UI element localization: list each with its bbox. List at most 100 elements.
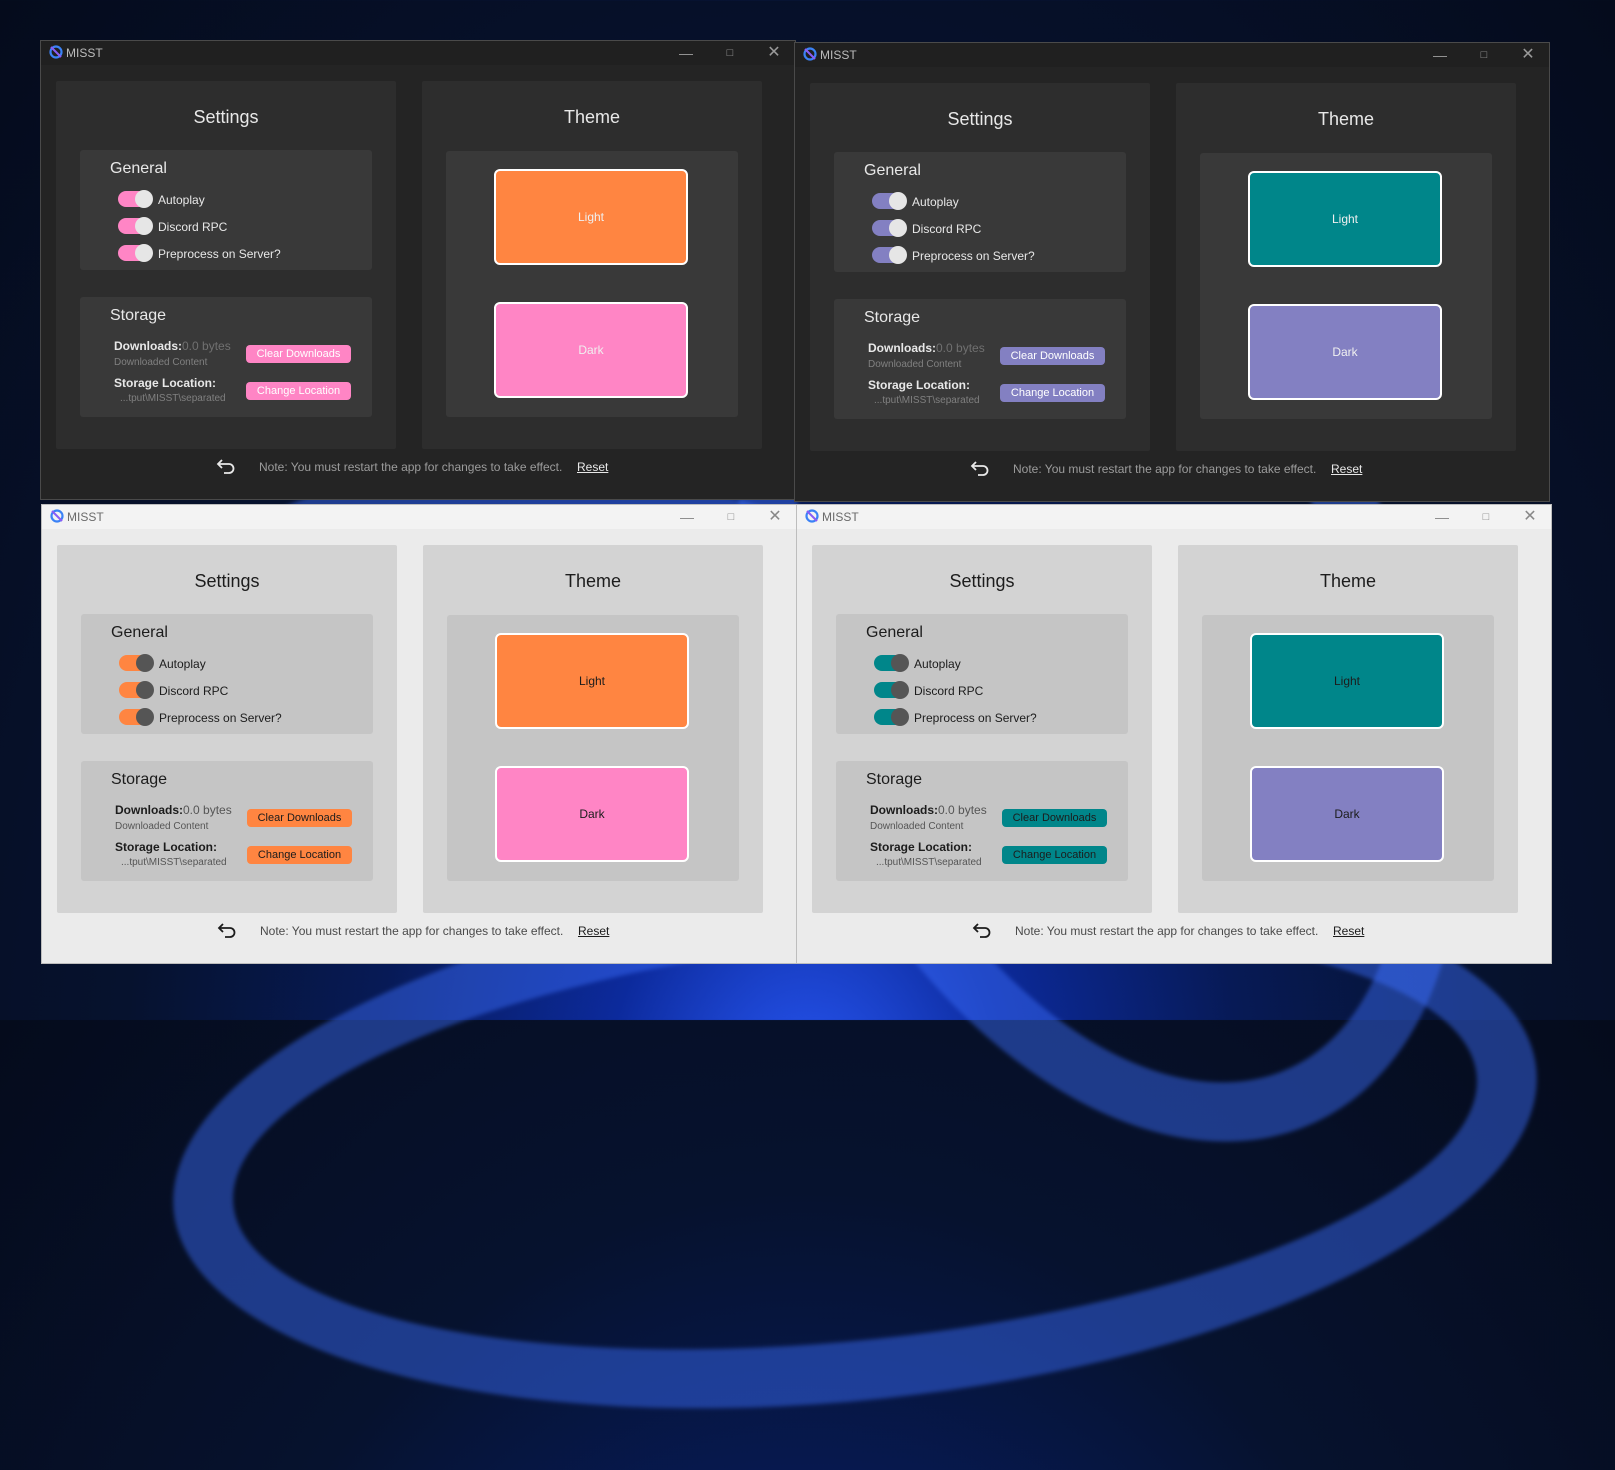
misst-window: MISST — □ ✕ Settings General Autoplay Di… — [794, 42, 1550, 502]
misst-window: MISST — □ ✕ Settings General Autoplay Di… — [41, 504, 797, 964]
misst-logo-icon — [805, 509, 819, 523]
downloads-label: Downloads: — [114, 339, 182, 353]
general-section: General Autoplay Discord RPC Preprocess … — [836, 614, 1128, 734]
back-arrow-icon[interactable] — [970, 459, 990, 477]
maximize-icon[interactable]: □ — [719, 43, 741, 63]
restart-note: Note: You must restart the app for chang… — [1013, 462, 1317, 476]
storage-section: Storage Downloads:0.0 bytes Downloaded C… — [834, 299, 1126, 419]
discord-rpc-toggle[interactable] — [872, 219, 907, 237]
footer: Note: You must restart the app for chang… — [795, 457, 1549, 481]
discord-rpc-label: Discord RPC — [158, 220, 228, 234]
toggle-knob — [889, 246, 907, 264]
close-icon[interactable]: ✕ — [1517, 45, 1539, 65]
title-bar[interactable]: MISST — □ ✕ — [797, 505, 1551, 529]
reset-link[interactable]: Reset — [1331, 462, 1362, 476]
downloads-label: Downloads: — [115, 803, 183, 817]
dark-theme-button[interactable]: Dark — [1248, 304, 1442, 400]
dark-theme-button[interactable]: Dark — [494, 302, 688, 398]
reset-link[interactable]: Reset — [1333, 924, 1364, 938]
change-location-button[interactable]: Change Location — [246, 382, 351, 400]
theme-panel: Theme Light Dark — [1178, 545, 1518, 913]
title-bar[interactable]: MISST — □ ✕ — [42, 505, 796, 529]
clear-downloads-button[interactable]: Clear Downloads — [246, 345, 351, 363]
light-theme-button[interactable]: Light — [494, 169, 688, 265]
downloads-row: Downloads:0.0 bytes — [114, 339, 231, 353]
preprocess-toggle[interactable] — [872, 246, 907, 264]
general-section: General Autoplay Discord RPC Preprocess … — [834, 152, 1126, 272]
general-title: General — [864, 162, 921, 179]
toggle-knob — [891, 654, 909, 672]
title-bar[interactable]: MISST — □ ✕ — [795, 43, 1549, 67]
preprocess-toggle[interactable] — [119, 708, 154, 726]
change-location-button[interactable]: Change Location — [1002, 846, 1107, 864]
discord-rpc-label: Discord RPC — [912, 222, 982, 236]
downloads-sub: Downloaded Content — [870, 821, 964, 832]
misst-logo-icon — [50, 509, 64, 523]
change-location-button[interactable]: Change Location — [247, 846, 352, 864]
close-icon[interactable]: ✕ — [1519, 507, 1541, 527]
preprocess-toggle[interactable] — [118, 244, 153, 262]
minimize-icon[interactable]: — — [1429, 45, 1451, 65]
clear-downloads-button[interactable]: Clear Downloads — [247, 809, 352, 827]
autoplay-label: Autoplay — [159, 657, 206, 671]
toggle-knob — [889, 192, 907, 210]
autoplay-toggle[interactable] — [872, 192, 907, 210]
theme-title: Theme — [564, 571, 622, 591]
minimize-icon[interactable]: — — [675, 43, 697, 63]
settings-title: Settings — [947, 109, 1013, 129]
autoplay-toggle[interactable] — [118, 190, 153, 208]
maximize-icon[interactable]: □ — [1473, 45, 1495, 65]
back-arrow-icon[interactable] — [216, 457, 236, 475]
title-bar[interactable]: MISST — □ ✕ — [41, 41, 795, 65]
downloads-label: Downloads: — [868, 341, 936, 355]
toggle-knob — [136, 681, 154, 699]
change-location-button[interactable]: Change Location — [1000, 384, 1105, 402]
location-label: Storage Location: — [868, 378, 971, 392]
autoplay-toggle[interactable] — [119, 654, 154, 672]
reset-link[interactable]: Reset — [578, 924, 609, 938]
theme-panel: Theme Light Dark — [1176, 83, 1516, 451]
back-arrow-icon[interactable] — [217, 921, 237, 939]
location-label: Storage Location: — [114, 376, 217, 390]
autoplay-toggle[interactable] — [874, 654, 909, 672]
preprocess-label: Preprocess on Server? — [914, 711, 1037, 725]
location-value: ...tput\MISST\separated — [120, 393, 226, 404]
downloads-value: 0.0 bytes — [938, 803, 987, 817]
toggle-knob — [136, 708, 154, 726]
dark-theme-button[interactable]: Dark — [495, 766, 689, 862]
misst-window: MISST — □ ✕ Settings General Autoplay Di… — [796, 504, 1552, 964]
dark-theme-button[interactable]: Dark — [1250, 766, 1444, 862]
storage-section: Storage Downloads:0.0 bytes Downloaded C… — [80, 297, 372, 417]
storage-title: Storage — [111, 771, 168, 788]
minimize-icon[interactable]: — — [1431, 507, 1453, 527]
theme-title: Theme — [563, 107, 621, 127]
light-theme-button[interactable]: Light — [1248, 171, 1442, 267]
maximize-icon[interactable]: □ — [1475, 507, 1497, 527]
preprocess-toggle[interactable] — [874, 708, 909, 726]
storage-section: Storage Downloads:0.0 bytes Downloaded C… — [81, 761, 373, 881]
close-icon[interactable]: ✕ — [763, 43, 785, 63]
light-theme-button[interactable]: Light — [495, 633, 689, 729]
minimize-icon[interactable]: — — [676, 507, 698, 527]
discord-rpc-toggle[interactable] — [118, 217, 153, 235]
discord-rpc-toggle[interactable] — [119, 681, 154, 699]
downloads-value: 0.0 bytes — [936, 341, 985, 355]
general-title: General — [111, 624, 168, 641]
back-arrow-icon[interactable] — [972, 921, 992, 939]
maximize-icon[interactable]: □ — [720, 507, 742, 527]
theme-options: Light Dark — [446, 151, 738, 417]
settings-panel: Settings General Autoplay Discord RPC Pr… — [812, 545, 1152, 913]
toggle-knob — [891, 681, 909, 699]
location-value: ...tput\MISST\separated — [876, 857, 982, 868]
location-value: ...tput\MISST\separated — [121, 857, 227, 868]
clear-downloads-button[interactable]: Clear Downloads — [1002, 809, 1107, 827]
clear-downloads-button[interactable]: Clear Downloads — [1000, 347, 1105, 365]
close-icon[interactable]: ✕ — [764, 507, 786, 527]
footer: Note: You must restart the app for chang… — [797, 919, 1551, 943]
reset-link[interactable]: Reset — [577, 460, 608, 474]
storage-title: Storage — [110, 307, 167, 324]
downloads-value: 0.0 bytes — [183, 803, 232, 817]
light-theme-button[interactable]: Light — [1250, 633, 1444, 729]
preprocess-label: Preprocess on Server? — [912, 249, 1035, 263]
discord-rpc-toggle[interactable] — [874, 681, 909, 699]
